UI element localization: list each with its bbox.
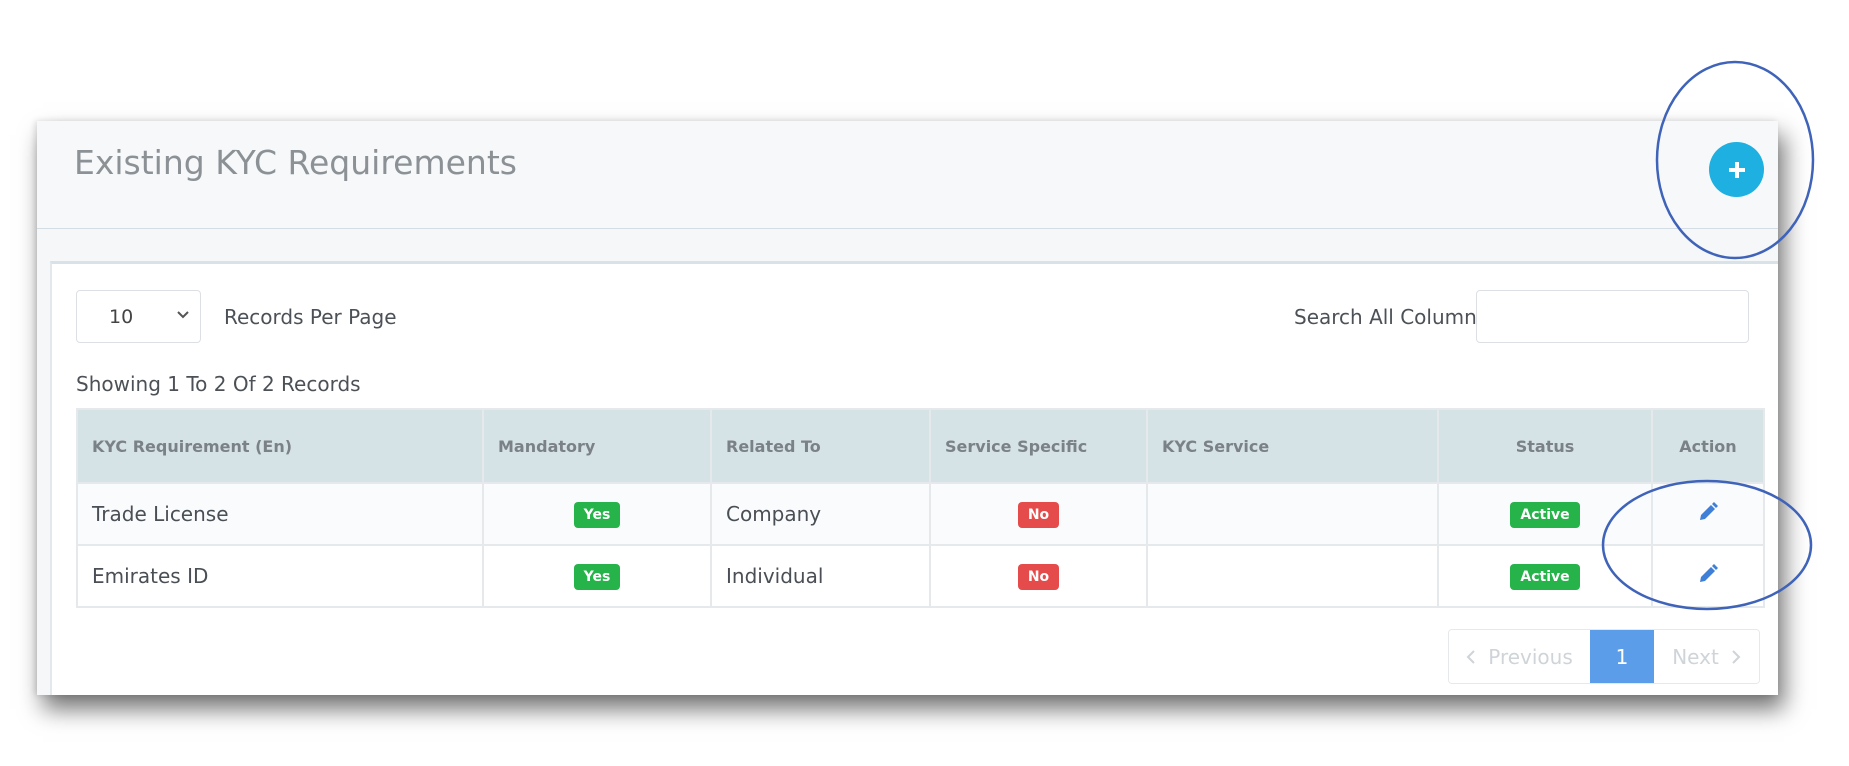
column-header-status[interactable]: Status — [1437, 408, 1653, 484]
column-header-requirement[interactable]: KYC Requirement (En) — [76, 408, 484, 484]
column-header-mandatory[interactable]: Mandatory — [482, 408, 712, 484]
chevron-down-icon — [177, 311, 189, 319]
plus-icon — [1728, 161, 1745, 178]
table-row: Emirates ID Yes Individual No Active — [76, 544, 1765, 608]
action-cell — [1651, 544, 1765, 608]
per-page-label: Records Per Page — [224, 305, 397, 329]
showing-records-text: Showing 1 To 2 Of 2 Records — [76, 372, 361, 396]
next-page-button[interactable]: Next — [1654, 630, 1759, 683]
kyc-service-cell — [1146, 544, 1439, 608]
column-header-service-specific[interactable]: Service Specific — [929, 408, 1148, 484]
chevron-left-icon — [1466, 649, 1475, 664]
service-specific-badge: No — [1017, 564, 1060, 590]
requirement-cell: Trade License — [76, 482, 484, 546]
page-1-button[interactable]: 1 — [1590, 630, 1654, 683]
column-header-kyc-service[interactable]: KYC Service — [1146, 408, 1439, 484]
column-header-related-to[interactable]: Related To — [710, 408, 931, 484]
service-specific-cell: No — [929, 482, 1148, 546]
page-title: Existing KYC Requirements — [74, 143, 517, 182]
column-header-action: Action — [1651, 408, 1765, 484]
add-requirement-button[interactable] — [1709, 142, 1764, 197]
service-specific-badge: No — [1017, 502, 1060, 528]
status-badge: Active — [1510, 564, 1580, 590]
records-per-page-select[interactable]: 10 — [76, 290, 201, 343]
status-cell: Active — [1437, 482, 1653, 546]
status-cell: Active — [1437, 544, 1653, 608]
related-to-cell: Individual — [710, 544, 931, 608]
action-cell — [1651, 482, 1765, 546]
records-card: 10 Records Per Page Search All Columns S… — [50, 261, 1778, 695]
kyc-requirements-panel: Existing KYC Requirements 10 Records Per… — [37, 121, 1778, 695]
table-row: Trade License Yes Company No Active — [76, 482, 1765, 546]
per-page-value: 10 — [109, 305, 134, 328]
panel-header: Existing KYC Requirements — [37, 121, 1778, 229]
mandatory-cell: Yes — [482, 544, 712, 608]
kyc-service-cell — [1146, 482, 1439, 546]
chevron-right-icon — [1732, 649, 1741, 664]
pencil-icon[interactable] — [1698, 502, 1718, 527]
service-specific-cell: No — [929, 544, 1148, 608]
related-to-cell: Company — [710, 482, 931, 546]
table-header-row: KYC Requirement (En) Mandatory Related T… — [76, 408, 1765, 484]
previous-page-button[interactable]: Previous — [1449, 630, 1590, 683]
requirement-cell: Emirates ID — [76, 544, 484, 608]
mandatory-cell: Yes — [482, 482, 712, 546]
kyc-requirements-table: KYC Requirement (En) Mandatory Related T… — [76, 408, 1765, 608]
pencil-icon[interactable] — [1698, 564, 1718, 589]
status-badge: Active — [1510, 502, 1580, 528]
mandatory-badge: Yes — [573, 502, 621, 528]
search-input[interactable] — [1476, 290, 1749, 343]
search-label: Search All Columns — [1294, 305, 1488, 329]
pagination: Previous 1 Next — [1448, 629, 1760, 684]
mandatory-badge: Yes — [573, 564, 621, 590]
next-label: Next — [1672, 644, 1719, 669]
previous-label: Previous — [1488, 644, 1573, 669]
